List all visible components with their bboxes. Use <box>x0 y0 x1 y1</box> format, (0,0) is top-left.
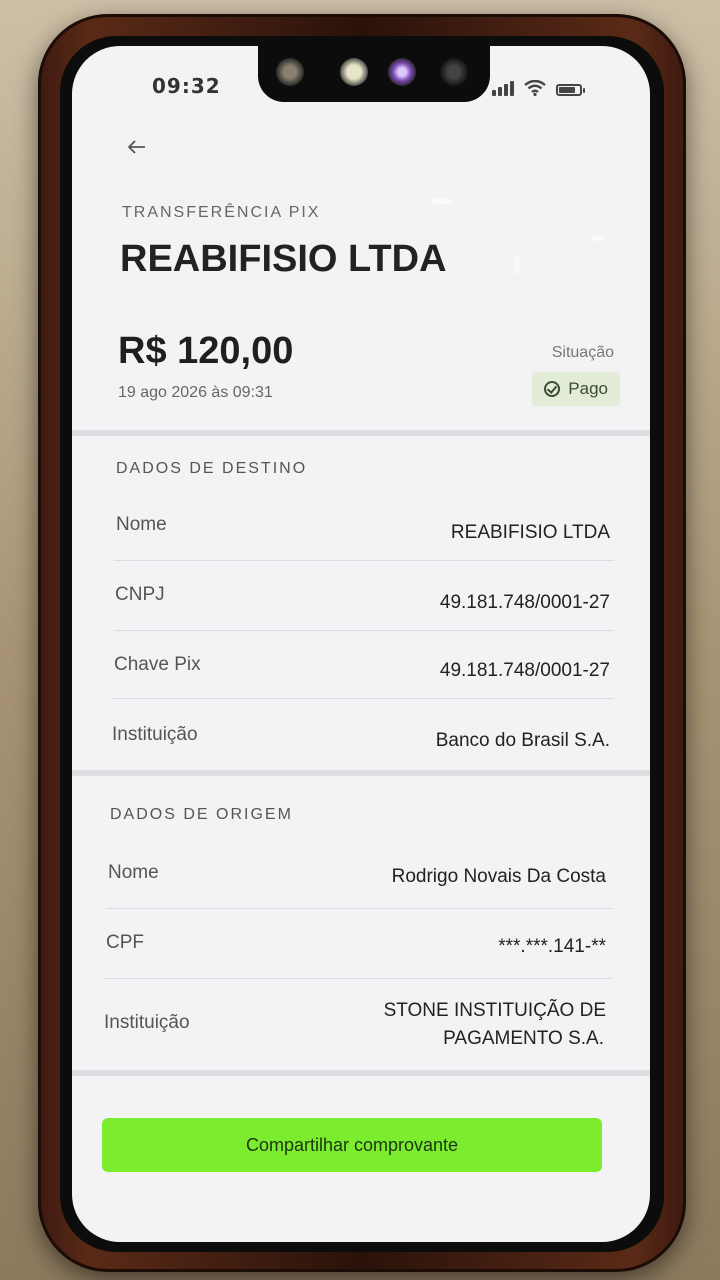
status-badge: Pago <box>532 372 620 406</box>
front-camera-icon <box>388 58 416 86</box>
destination-name-label: Nome <box>116 514 167 535</box>
arrow-left-icon <box>127 140 145 154</box>
row-divider <box>112 698 614 699</box>
origin-institution-value-line2: PAGAMENTO S.A. <box>443 1028 604 1049</box>
origin-institution-value-line1: STONE INSTITUIÇÃO DE <box>383 1000 606 1021</box>
origin-section-title: DADOS DE ORIGEM <box>110 806 293 823</box>
destination-section-title: DADOS DE DESTINO <box>116 460 308 477</box>
transfer-type: TRANSFERÊNCIA PIX <box>122 204 321 221</box>
share-receipt-button[interactable]: Compartilhar comprovante <box>102 1118 602 1172</box>
screen-glare <box>514 256 520 274</box>
origin-name-label: Nome <box>108 862 159 883</box>
section-divider <box>72 1070 650 1076</box>
destination-cnpj-value: 49.181.748/0001-27 <box>439 592 610 613</box>
status-label: Situação <box>551 344 614 361</box>
row-divider <box>114 560 614 561</box>
row-divider <box>104 978 612 979</box>
origin-cpf-value: ***.***.141-** <box>498 936 606 957</box>
page-title: REABIFISIO LTDA <box>120 238 447 280</box>
sensor-icon <box>440 58 468 86</box>
transfer-amount: R$ 120,00 <box>118 330 294 372</box>
sensor-icon <box>276 58 304 86</box>
origin-institution-label: Instituição <box>104 1012 190 1033</box>
wifi-icon <box>524 80 546 96</box>
origin-cpf-label: CPF <box>106 932 144 953</box>
status-value: Pago <box>568 379 608 398</box>
origin-name-value: Rodrigo Novais Da Costa <box>391 866 606 887</box>
status-time: 09:32 <box>152 74 221 98</box>
status-icons <box>492 76 585 96</box>
destination-institution-value: Banco do Brasil S.A. <box>435 730 610 751</box>
transfer-datetime: 19 ago 2026 às 09:31 <box>118 384 273 401</box>
battery-icon <box>556 84 585 96</box>
destination-pix-key-value: 49.181.748/0001-27 <box>439 660 610 681</box>
destination-pix-key-label: Chave Pix <box>114 654 201 675</box>
sensor-icon <box>340 58 368 86</box>
camera-notch <box>258 46 490 102</box>
destination-cnpj-label: CNPJ <box>115 584 165 605</box>
row-divider <box>106 908 612 909</box>
phone-screen: 09:32 TRANSFERÊNCIA PIX REABIFISIO LTDA … <box>72 46 650 1242</box>
screen-glare <box>592 236 606 241</box>
section-divider <box>72 770 650 776</box>
destination-institution-label: Instituição <box>112 724 198 745</box>
destination-name-value: REABIFISIO LTDA <box>450 522 610 543</box>
signal-icon <box>492 81 514 96</box>
section-divider <box>72 430 650 436</box>
screen-glare <box>432 198 452 204</box>
back-button[interactable] <box>127 134 146 160</box>
check-circle-icon <box>544 381 561 397</box>
row-divider <box>114 630 614 631</box>
